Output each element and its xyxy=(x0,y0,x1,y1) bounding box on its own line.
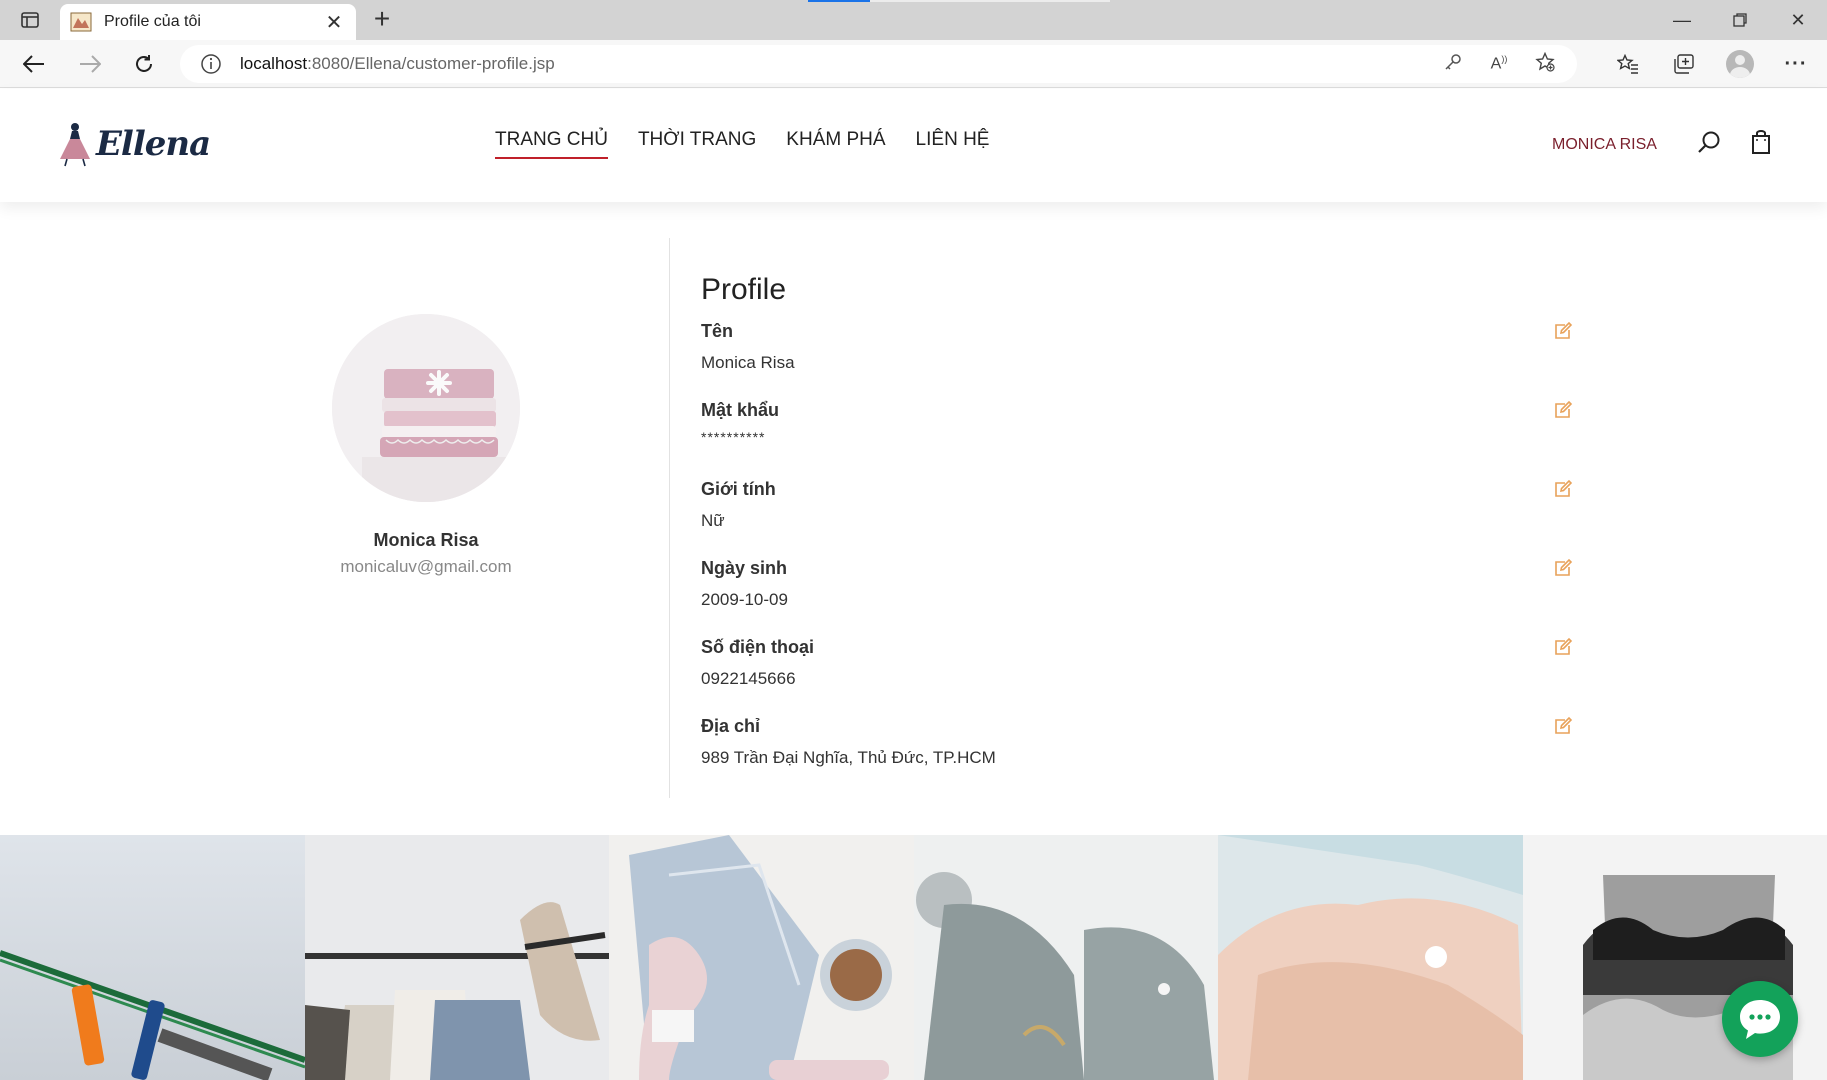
minimize-icon[interactable]: — xyxy=(1653,0,1711,40)
logo-figure-icon xyxy=(60,123,90,167)
url-host: localhost xyxy=(240,54,308,73)
field-label: Ngày sinh xyxy=(701,558,788,578)
collections-icon[interactable] xyxy=(1656,44,1712,84)
new-tab-icon[interactable]: + xyxy=(366,4,398,36)
edit-icon[interactable] xyxy=(1553,558,1573,578)
nav-item-contact[interactable]: LIÊN HỆ xyxy=(916,129,990,159)
instagram-gallery xyxy=(0,835,1827,1080)
field-value: ********** xyxy=(701,429,766,445)
edit-icon[interactable] xyxy=(1553,479,1573,499)
gallery-image-clothespins[interactable] xyxy=(0,835,305,1080)
add-favorite-icon[interactable] xyxy=(1527,51,1563,77)
site-header: Ellena TRANG CHỦ THỜI TRANG KHÁM PHÁ LIÊ… xyxy=(0,89,1827,202)
nav-item-explore[interactable]: KHÁM PHÁ xyxy=(786,129,885,159)
avatar xyxy=(332,314,520,502)
page-title: Profile xyxy=(701,273,787,306)
field-label: Số điện thoại xyxy=(701,637,815,657)
browser-tab-strip: Profile của tôi ✕ + — ✕ xyxy=(0,0,1827,40)
back-arrow-icon[interactable] xyxy=(16,48,52,80)
profile-field-phone: Số điện thoại 0922145666 xyxy=(701,637,1581,712)
refresh-icon[interactable] xyxy=(126,48,162,80)
field-value: 2009-10-09 xyxy=(701,590,788,609)
field-label: Giới tính xyxy=(701,479,776,499)
search-icon[interactable] xyxy=(1694,127,1724,157)
field-value: 989 Trần Đại Nghĩa, Thủ Đức, TP.HCM xyxy=(701,748,996,767)
restore-icon[interactable] xyxy=(1711,0,1769,40)
edit-icon[interactable] xyxy=(1553,637,1573,657)
gallery-image-clothes-rack[interactable] xyxy=(304,835,609,1080)
main-nav: TRANG CHỦ THỜI TRANG KHÁM PHÁ LIÊN HỆ xyxy=(495,129,989,159)
gallery-image-jeans-coffee[interactable] xyxy=(609,835,914,1080)
nav-item-home[interactable]: TRANG CHỦ xyxy=(495,129,608,159)
read-aloud-icon[interactable]: A)) xyxy=(1481,54,1517,73)
nav-item-fashion[interactable]: THỜI TRANG xyxy=(638,129,756,159)
loading-track xyxy=(870,0,1110,2)
forward-arrow-icon[interactable] xyxy=(72,48,108,80)
profile-field-birthdate: Ngày sinh 2009-10-09 xyxy=(701,558,1581,633)
tab-title: Profile của tôi xyxy=(104,13,201,30)
close-window-icon[interactable]: ✕ xyxy=(1769,0,1827,40)
url-path: :8080/Ellena/customer-profile.jsp xyxy=(307,54,555,73)
profile-summary-card: Monica Risa monicaluv@gmail.com xyxy=(300,300,552,577)
password-key-icon[interactable] xyxy=(1435,53,1471,76)
favorites-icon[interactable] xyxy=(1600,44,1656,84)
field-value: 0922145666 xyxy=(701,669,796,688)
field-value: Nữ xyxy=(701,511,725,530)
gallery-image-knit-hat[interactable] xyxy=(913,835,1218,1080)
loading-indicator xyxy=(808,0,870,2)
display-email: monicaluv@gmail.com xyxy=(340,557,512,576)
profile-field-gender: Giới tính Nữ xyxy=(701,479,1581,554)
shopping-bag-icon[interactable] xyxy=(1746,127,1776,157)
tab-close-icon[interactable]: ✕ xyxy=(322,10,346,35)
site-info-icon[interactable] xyxy=(200,53,222,75)
logo-text: Ellena xyxy=(96,124,211,164)
edit-icon[interactable] xyxy=(1553,716,1573,736)
section-divider xyxy=(669,238,670,798)
url-field[interactable]: localhost:8080/Ellena/customer-profile.j… xyxy=(180,45,1577,83)
gallery-image-hand-cream[interactable] xyxy=(1218,835,1523,1080)
site-favicon-icon xyxy=(70,12,92,32)
edit-icon[interactable] xyxy=(1553,321,1573,341)
chat-bubble-icon[interactable] xyxy=(1722,981,1798,1057)
field-label: Mật khẩu xyxy=(701,400,780,420)
account-name-link[interactable]: MONICA RISA xyxy=(1552,136,1657,154)
field-label: Tên xyxy=(701,321,734,341)
profile-details: Profile Tên Monica Risa Mật khẩu *******… xyxy=(701,273,1581,791)
display-name: Monica Risa xyxy=(373,530,479,550)
profile-field-address: Địa chỉ 989 Trần Đại Nghĩa, Thủ Đức, TP.… xyxy=(701,716,1581,791)
field-value: Monica Risa xyxy=(701,353,795,372)
field-label: Địa chỉ xyxy=(701,716,761,736)
profile-avatar-icon[interactable] xyxy=(1712,44,1768,84)
site-logo[interactable]: Ellena xyxy=(58,121,211,167)
browser-tab[interactable]: Profile của tôi ✕ xyxy=(60,4,356,40)
address-bar: localhost:8080/Ellena/customer-profile.j… xyxy=(0,40,1827,88)
tab-actions-icon[interactable] xyxy=(12,8,48,32)
profile-field-password: Mật khẩu ********** xyxy=(701,400,1581,475)
profile-field-name: Tên Monica Risa xyxy=(701,321,1581,396)
more-menu-icon[interactable]: ··· xyxy=(1768,44,1824,84)
edit-icon[interactable] xyxy=(1553,400,1573,420)
